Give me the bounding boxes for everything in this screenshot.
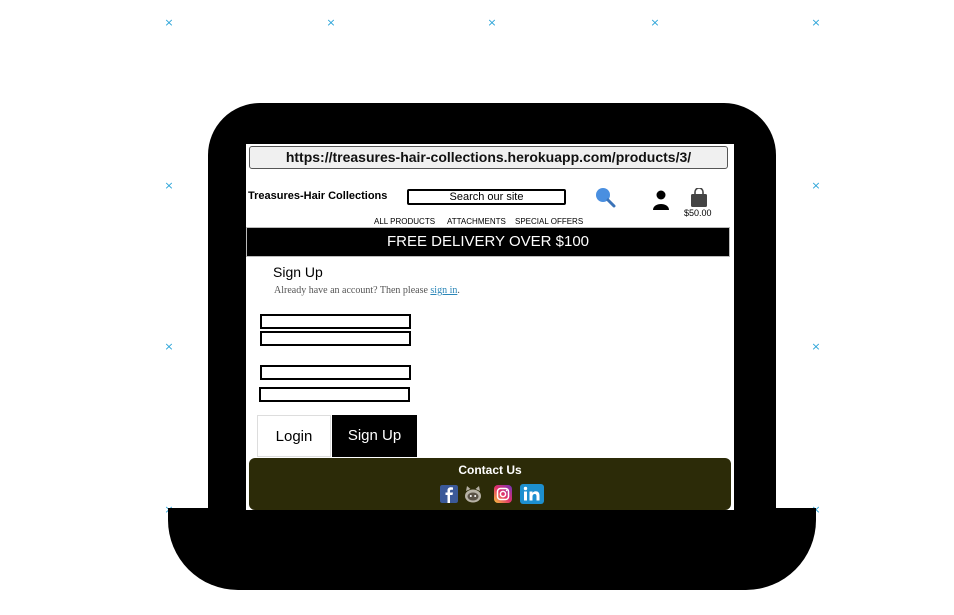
email-field[interactable] [260, 314, 411, 329]
password-field[interactable] [259, 387, 410, 402]
search-input[interactable]: Search our site [407, 189, 566, 205]
search-icon[interactable] [594, 186, 616, 208]
marker-x: × [811, 16, 821, 29]
github-icon[interactable] [464, 485, 482, 503]
cart[interactable]: $50.00 [684, 188, 716, 218]
page-title: Sign Up [273, 264, 323, 280]
login-button[interactable]: Login [257, 415, 331, 457]
marker-x: × [650, 16, 660, 29]
footer-title: Contact Us [458, 463, 522, 477]
shopping-bag-icon [691, 188, 707, 207]
username-field[interactable] [260, 365, 411, 380]
address-bar[interactable]: https://treasures-hair-collections.herok… [249, 146, 728, 169]
cart-total: $50.00 [684, 208, 712, 218]
marker-x: × [326, 16, 336, 29]
marker-x: × [487, 16, 497, 29]
nav-item-attachments[interactable]: ATTACHMENTS [447, 217, 506, 226]
promo-banner: FREE DELIVERY OVER $100 [246, 227, 730, 257]
marker-x: × [811, 340, 821, 353]
laptop-base [168, 508, 816, 590]
user-icon[interactable] [652, 190, 670, 210]
signin-prompt-text: Already have an account? Then please [274, 285, 431, 296]
signup-button[interactable]: Sign Up [332, 415, 417, 457]
marker-x: × [164, 340, 174, 353]
marker-x: × [164, 16, 174, 29]
email-confirm-field[interactable] [260, 331, 411, 346]
laptop-screen: https://treasures-hair-collections.herok… [246, 144, 734, 510]
signin-prompt: Already have an account? Then please sig… [274, 285, 460, 296]
nav-item-special-offers[interactable]: SPECIAL OFFERS [515, 217, 583, 226]
footer: Contact Us [249, 458, 731, 510]
linkedin-icon[interactable] [520, 484, 544, 504]
marker-x: × [811, 179, 821, 192]
nav-item-all-products[interactable]: ALL PRODUCTS [374, 217, 435, 226]
signin-prompt-suffix: . [457, 285, 460, 296]
signin-link[interactable]: sign in [430, 285, 457, 296]
marker-x: × [164, 179, 174, 192]
site-brand[interactable]: Treasures-Hair Collections [248, 190, 387, 202]
facebook-icon[interactable] [440, 485, 458, 503]
instagram-icon[interactable] [494, 485, 512, 503]
